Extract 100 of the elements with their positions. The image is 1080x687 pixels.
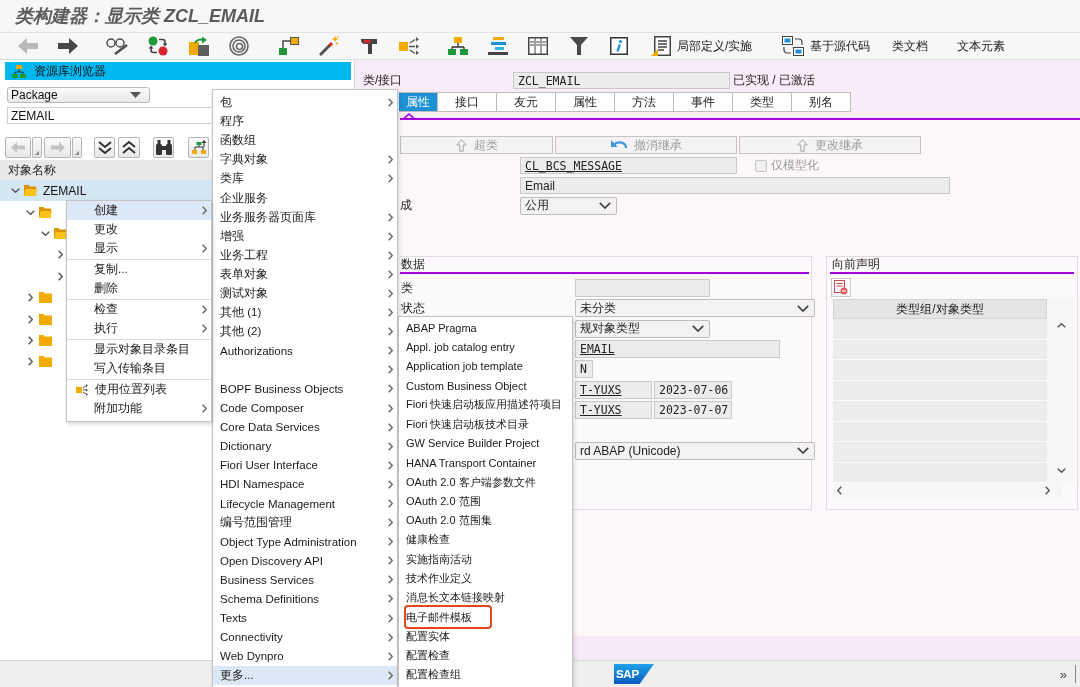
tab[interactable]: 属性: [555, 92, 615, 112]
columns-icon[interactable]: [528, 37, 548, 55]
hierarchy-icon[interactable]: [279, 37, 299, 55]
superclass-field[interactable]: CL_BCS_MESSAGE: [520, 157, 737, 174]
branch-arrows-icon[interactable]: [399, 37, 419, 55]
chevron-right-icon[interactable]: [57, 250, 63, 260]
menu-item[interactable]: GW Service Builder Project: [399, 433, 572, 454]
menu-item[interactable]: Business Services: [213, 570, 397, 590]
magic-wand-icon[interactable]: [319, 36, 339, 56]
dropdown[interactable]: 未分类: [575, 299, 815, 318]
hierarchy-button[interactable]: [188, 137, 209, 158]
class-name-field[interactable]: ZCL_EMAIL: [513, 72, 730, 89]
horizontal-scrollbar[interactable]: [833, 483, 1062, 498]
tree-item-label[interactable]: ZEMAIL: [43, 183, 87, 198]
menu-item[interactable]: 删除: [67, 279, 211, 298]
menu-item[interactable]: 创建: [67, 201, 211, 220]
history-dropdown-button[interactable]: [32, 137, 42, 158]
menu-item[interactable]: 复制...: [67, 260, 211, 279]
dropdown[interactable]: 公用: [520, 196, 617, 215]
menu-item[interactable]: 显示对象目录条目: [67, 340, 211, 359]
text-field[interactable]: N: [575, 360, 593, 379]
menu-item[interactable]: 包: [213, 93, 397, 113]
menu-item[interactable]: Custom Business Object: [399, 375, 572, 396]
spiral-icon[interactable]: [229, 36, 249, 56]
menu-item[interactable]: Fiori 快速启动板技术目录: [399, 414, 572, 434]
menu-item[interactable]: 其他 (2): [213, 322, 397, 342]
menu-item[interactable]: HDI Namespace: [213, 474, 397, 494]
history-dropdown-button[interactable]: [72, 137, 82, 158]
menu-item[interactable]: Texts: [213, 608, 397, 628]
collapse-all-button[interactable]: [118, 137, 140, 158]
menu-item[interactable]: Schema Definitions: [213, 589, 397, 609]
object-name-field[interactable]: ZEMAIL: [7, 107, 211, 124]
filter-icon[interactable]: [570, 37, 588, 55]
text-field[interactable]: EMAIL: [575, 340, 780, 359]
menu-item[interactable]: 业务工程: [213, 245, 397, 265]
menu-item[interactable]: Code Composer: [213, 398, 397, 418]
menu-item[interactable]: Open Discovery API: [213, 551, 397, 571]
tree-row[interactable]: ZEMAIL: [0, 180, 212, 202]
menu-item[interactable]: 业务服务器页面库: [213, 207, 397, 227]
chevron-right-icon[interactable]: [57, 271, 63, 281]
menu-item[interactable]: 类库: [213, 169, 397, 189]
arrow-right-icon[interactable]: [58, 38, 78, 54]
menu-item[interactable]: 更多...: [213, 665, 397, 685]
menu-item[interactable]: Fiori 快速启动板应用描述符项目: [399, 395, 572, 415]
menu-item[interactable]: 显示: [67, 239, 211, 258]
menu-item[interactable]: Object Type Administration: [213, 532, 397, 552]
menu-item[interactable]: 执行: [67, 319, 211, 338]
stacked-bars-icon[interactable]: [488, 37, 508, 55]
dropdown[interactable]: 规对象类型: [575, 319, 710, 338]
toolbar-button[interactable]: 基于源代码: [782, 36, 871, 56]
vertical-scrollbar[interactable]: [1047, 299, 1075, 483]
menu-item[interactable]: ABAP Pragma: [399, 318, 572, 338]
menu-item[interactable]: OAuth 2.0 范围集: [399, 510, 572, 531]
menu-item[interactable]: 技术作业定义: [399, 568, 572, 589]
squares-arrow-icon[interactable]: [189, 36, 209, 56]
menu-item[interactable]: Lifecycle Management: [213, 493, 397, 514]
tab[interactable]: 方法: [614, 92, 674, 112]
menu-item[interactable]: 附加功能: [67, 399, 211, 418]
menu-item[interactable]: 使用位置列表: [67, 380, 211, 399]
menu-item[interactable]: 写入传输条目: [67, 359, 211, 378]
tab[interactable]: 类型: [732, 92, 792, 112]
menu-item[interactable]: 表单对象: [213, 264, 397, 284]
info-icon[interactable]: [610, 37, 628, 55]
menu-item[interactable]: Connectivity: [213, 627, 397, 647]
chevron-right-icon[interactable]: [27, 335, 33, 345]
menu-item[interactable]: 函数组: [213, 131, 397, 151]
menu-item[interactable]: 编号范围管理: [213, 513, 397, 533]
menu-item[interactable]: 电子邮件模板: [399, 607, 572, 627]
toolbar-button[interactable]: 局部定义/实施: [651, 36, 753, 56]
text-field[interactable]: [575, 279, 710, 298]
menu-item[interactable]: HANA Transport Container: [399, 453, 572, 473]
cycle-arrows-icon[interactable]: [148, 36, 168, 56]
expand-all-button[interactable]: [94, 137, 115, 158]
tab[interactable]: 别名: [791, 92, 851, 112]
date-field[interactable]: 2023-07-07: [654, 400, 732, 419]
text-field[interactable]: T-YUXS: [575, 400, 652, 419]
glasses-pencil-icon[interactable]: [106, 37, 128, 55]
menu-item[interactable]: Application job template: [399, 356, 572, 376]
object-type-dropdown[interactable]: Package: [7, 87, 150, 103]
menu-item[interactable]: 测试对象: [213, 283, 397, 304]
menu-item[interactable]: Authorizations: [213, 341, 397, 361]
chevron-right-icon[interactable]: [27, 357, 33, 367]
tab[interactable]: 接口: [437, 92, 497, 112]
menu-item[interactable]: 健康检查: [399, 530, 572, 550]
menu-item[interactable]: 实施指南活动: [399, 549, 572, 569]
menu-item[interactable]: 检查: [67, 300, 211, 319]
dropdown[interactable]: rd ABAP (Unicode): [575, 441, 815, 460]
menu-item[interactable]: 更改: [67, 220, 211, 239]
menu-item[interactable]: OAuth 2.0 范围: [399, 491, 572, 511]
menu-item[interactable]: 企业服务: [213, 188, 397, 208]
chevron-right-icon[interactable]: [27, 314, 33, 324]
overflow-button[interactable]: »: [1059, 666, 1067, 682]
stamp-icon[interactable]: [360, 37, 378, 55]
menu-item[interactable]: 程序: [213, 112, 397, 132]
find-button[interactable]: [153, 137, 174, 158]
toolbar-button[interactable]: 文本元素: [957, 37, 1006, 55]
delete-row-button[interactable]: [831, 278, 851, 297]
menu-item[interactable]: OAuth 2.0 客户端参数文件: [399, 472, 572, 492]
org-chart-icon[interactable]: [448, 37, 468, 55]
menu-item[interactable]: 增强: [213, 226, 397, 246]
